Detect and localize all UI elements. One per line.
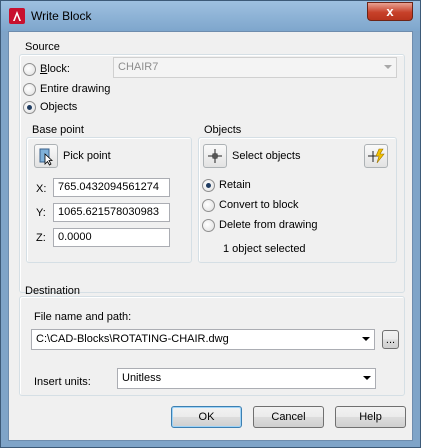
source-group-label: Source	[25, 41, 60, 53]
insert-units-label: Insert units:	[34, 376, 91, 388]
file-path-combo[interactable]: C:\CAD-Blocks\ROTATING-CHAIR.dwg	[31, 329, 375, 350]
z-coordinate-input[interactable]: 0.0000	[53, 228, 170, 247]
browse-button[interactable]: ...	[382, 330, 399, 349]
close-button[interactable]: x	[367, 2, 413, 21]
quick-select-button[interactable]	[364, 144, 388, 168]
selection-status: 1 object selected	[223, 243, 306, 255]
file-path-value: C:\CAD-Blocks\ROTATING-CHAIR.dwg	[36, 333, 229, 345]
retain-radio[interactable]	[202, 179, 215, 192]
retain-label: Retain	[219, 179, 251, 191]
select-objects-button[interactable]	[203, 144, 227, 168]
base-point-group-label: Base point	[32, 124, 84, 136]
title-bar[interactable]: Write Block x	[1, 1, 420, 31]
select-objects-label: Select objects	[232, 150, 301, 162]
block-name-value: CHAIR7	[118, 61, 159, 73]
block-radio-label: Block:	[40, 63, 70, 75]
quick-select-icon	[368, 148, 385, 164]
z-label: Z:	[36, 232, 46, 244]
insert-units-value: Unitless	[122, 372, 162, 384]
dialog-client-area: Source Block: CHAIR7 Entire drawing Obje…	[8, 31, 413, 441]
help-button-label: Help	[359, 411, 382, 423]
autocad-app-icon	[9, 8, 25, 24]
dropdown-arrow-icon	[363, 376, 371, 380]
x-coordinate-input[interactable]: 765.0432094561274	[53, 178, 170, 197]
block-radio[interactable]	[23, 63, 36, 76]
convert-to-block-label: Convert to block	[219, 199, 299, 211]
browse-button-label: ...	[385, 333, 396, 346]
entire-drawing-label: Entire drawing	[40, 83, 111, 95]
entire-drawing-radio[interactable]	[23, 83, 36, 96]
dropdown-arrow-icon	[384, 65, 392, 69]
cancel-button-label: Cancel	[271, 411, 306, 423]
objects-radio-label: Objects	[40, 101, 78, 113]
objects-radio[interactable]	[23, 101, 36, 114]
block-name-combo[interactable]: CHAIR7	[113, 57, 397, 78]
window-title: Write Block	[31, 9, 92, 23]
ok-button[interactable]: OK	[171, 406, 242, 428]
y-coordinate-input[interactable]: 1065.621578030983	[53, 203, 170, 222]
x-label: X:	[36, 183, 47, 195]
write-block-window: Write Block x Source Block: CHAIR7 Entir…	[0, 0, 421, 448]
ok-button-label: OK	[198, 411, 215, 423]
select-objects-icon	[208, 149, 222, 163]
delete-from-drawing-radio[interactable]	[202, 219, 215, 232]
cancel-button[interactable]: Cancel	[253, 406, 324, 428]
file-name-label: File name and path:	[34, 311, 132, 323]
pick-point-icon	[39, 148, 54, 166]
y-label: Y:	[36, 207, 46, 219]
pick-point-label: Pick point	[63, 150, 111, 162]
insert-units-combo[interactable]: Unitless	[117, 368, 376, 389]
dropdown-arrow-icon	[362, 337, 370, 341]
convert-to-block-radio[interactable]	[202, 199, 215, 212]
objects-group-label: Objects	[204, 124, 242, 136]
close-icon: x	[386, 4, 394, 19]
delete-from-drawing-label: Delete from drawing	[219, 219, 318, 231]
help-button[interactable]: Help	[335, 406, 406, 428]
pick-point-button[interactable]	[34, 144, 58, 168]
